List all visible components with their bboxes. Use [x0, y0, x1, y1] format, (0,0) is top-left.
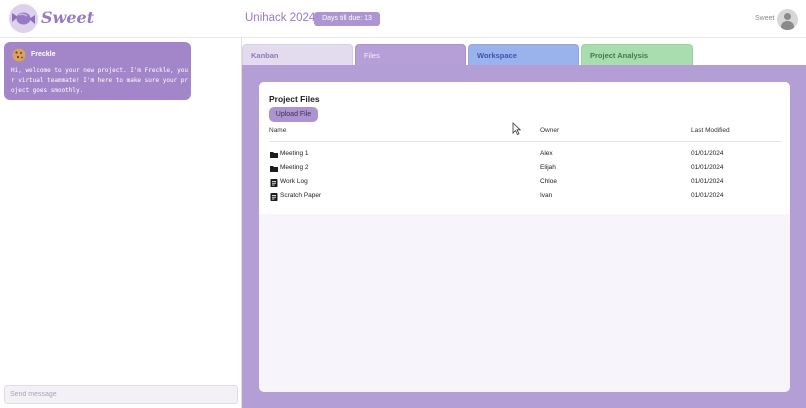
column-header-last-modified[interactable]: Last Modified	[691, 127, 730, 134]
file-row-scratch-paper[interactable]: Scratch Paper Ivan 01/01/2024	[269, 192, 781, 204]
days-till-due-badge: Days till due: 13	[314, 12, 380, 26]
document-icon	[270, 193, 278, 201]
folder-icon	[270, 166, 278, 172]
mouse-cursor-icon	[512, 122, 521, 135]
upload-file-button[interactable]: Upload File	[269, 107, 318, 122]
cookie-icon	[12, 48, 26, 62]
file-modified-date: 01/01/2024	[691, 178, 724, 185]
file-name[interactable]: Meeting 1	[280, 150, 309, 157]
file-name[interactable]: Meeting 2	[280, 164, 309, 171]
user-avatar[interactable]	[777, 9, 798, 30]
avatar-head-shape	[784, 13, 791, 20]
user-name: Sweet	[755, 15, 775, 22]
tab-files[interactable]: Files	[355, 44, 466, 66]
file-row-meeting-2[interactable]: Meeting 2 Elijah 01/01/2024	[269, 164, 781, 176]
bot-message-bubble: Freckle Hi, welcome to your new project.…	[4, 42, 191, 100]
app-logo-text[interactable]: Sweet	[41, 8, 94, 27]
file-owner: Elijah	[540, 164, 556, 171]
file-name[interactable]: Work Log	[280, 178, 308, 185]
file-modified-date: 01/01/2024	[691, 164, 724, 171]
project-files-card: Project Files Upload File Name Owner Las…	[259, 82, 790, 392]
main-area: Kanban Files Workspace Project Analysis …	[242, 38, 806, 408]
file-name[interactable]: Scratch Paper	[280, 192, 321, 199]
column-header-name[interactable]: Name	[269, 127, 286, 134]
avatar-body-shape	[781, 21, 794, 30]
table-header-divider	[269, 141, 781, 142]
candy-logo-icon[interactable]	[9, 4, 38, 33]
bot-name: Freckle	[31, 51, 56, 58]
file-row-work-log[interactable]: Work Log Chloe 01/01/2024	[269, 178, 781, 190]
file-owner: Chloe	[540, 178, 557, 185]
file-row-meeting-1[interactable]: Meeting 1 Alex 01/01/2024	[269, 150, 781, 162]
chat-panel: Freckle Hi, welcome to your new project.…	[0, 38, 242, 408]
column-header-owner[interactable]: Owner	[540, 127, 559, 134]
files-table-area: Project Files Upload File Name Owner Las…	[259, 82, 790, 214]
file-owner: Ivan	[540, 192, 553, 199]
file-modified-date: 01/01/2024	[691, 150, 724, 157]
document-icon	[270, 179, 278, 187]
folder-icon	[270, 152, 278, 158]
app-header: Sweet Unihack 2024 Days till due: 13 Swe…	[0, 0, 806, 38]
file-owner: Alex	[540, 150, 553, 157]
tab-workspace[interactable]: Workspace	[468, 44, 579, 66]
bot-message-text: Hi, welcome to your new project. I'm Fre…	[11, 67, 189, 94]
tab-kanban[interactable]: Kanban	[242, 44, 353, 66]
file-modified-date: 01/01/2024	[691, 192, 724, 199]
project-title: Unihack 2024	[245, 12, 316, 24]
tab-project-analysis[interactable]: Project Analysis	[581, 44, 693, 66]
project-files-title: Project Files	[269, 94, 320, 104]
files-tab-panel: Project Files Upload File Name Owner Las…	[242, 65, 806, 408]
send-message-input[interactable]	[4, 385, 238, 404]
